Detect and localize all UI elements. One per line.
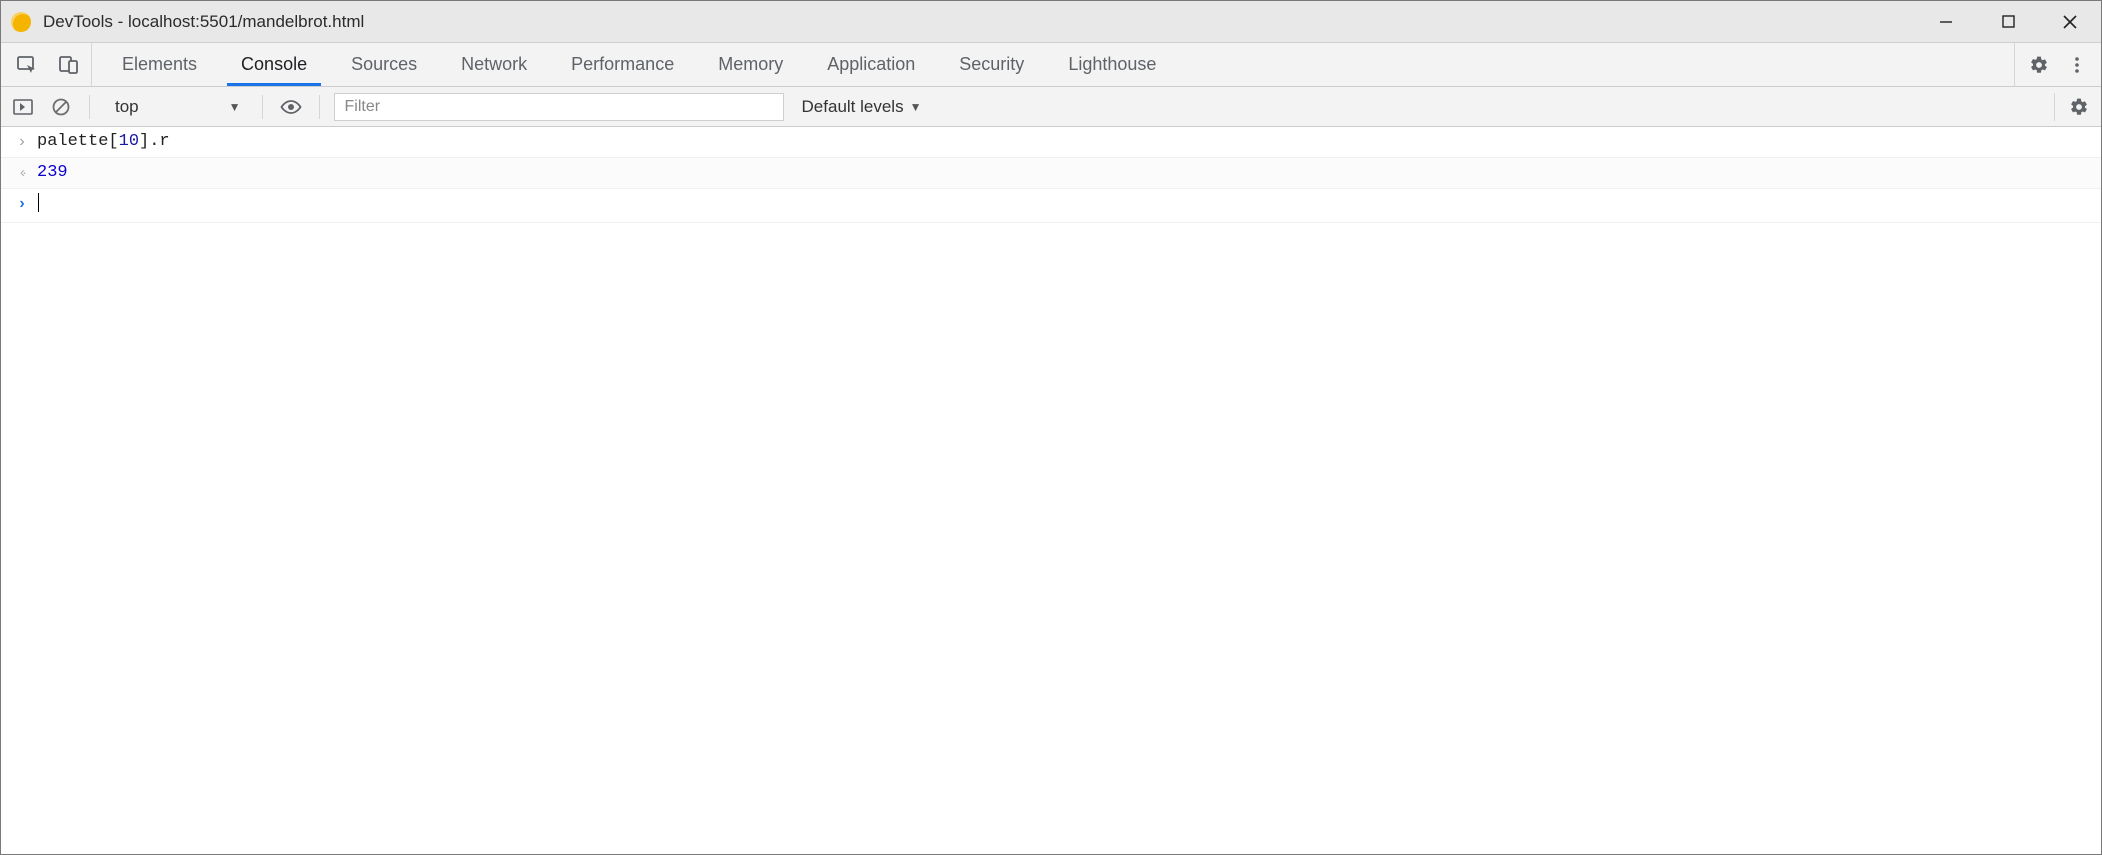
app-icon bbox=[11, 12, 31, 32]
context-label: top bbox=[115, 97, 139, 117]
input-chevron-icon bbox=[13, 131, 31, 153]
gear-icon bbox=[2029, 55, 2049, 75]
minimize-icon bbox=[1939, 15, 1953, 29]
console-prompt-row[interactable] bbox=[1, 189, 2101, 223]
tab-performance[interactable]: Performance bbox=[549, 43, 696, 86]
tab-sources[interactable]: Sources bbox=[329, 43, 439, 86]
titlebar: DevTools - localhost:5501/mandelbrot.htm… bbox=[1, 1, 2101, 43]
console-output[interactable]: palette[10].r 239 bbox=[1, 127, 2101, 854]
settings-button[interactable] bbox=[2025, 51, 2053, 79]
chevron-down-icon: ▼ bbox=[910, 100, 922, 114]
window-controls bbox=[1915, 1, 2101, 42]
tab-application[interactable]: Application bbox=[805, 43, 937, 86]
clear-console-button[interactable] bbox=[47, 93, 75, 121]
tabs: ElementsConsoleSourcesNetworkPerformance… bbox=[100, 43, 1178, 86]
filter-input[interactable] bbox=[334, 93, 784, 121]
console-settings-button[interactable] bbox=[2065, 93, 2093, 121]
kebab-icon bbox=[2068, 56, 2086, 74]
sidebar-icon bbox=[13, 99, 33, 115]
log-levels-selector[interactable]: Default levels ▼ bbox=[794, 97, 930, 117]
device-icon bbox=[58, 54, 80, 76]
tab-memory[interactable]: Memory bbox=[696, 43, 805, 86]
console-prompt-input[interactable] bbox=[31, 193, 2091, 218]
tab-security[interactable]: Security bbox=[937, 43, 1046, 86]
more-menu-button[interactable] bbox=[2063, 51, 2091, 79]
device-toolbar-button[interactable] bbox=[55, 51, 83, 79]
chevron-down-icon: ▼ bbox=[229, 100, 241, 114]
inspect-element-button[interactable] bbox=[13, 51, 41, 79]
minimize-button[interactable] bbox=[1915, 1, 1977, 42]
live-expression-button[interactable] bbox=[277, 93, 305, 121]
console-input-row: palette[10].r bbox=[1, 127, 2101, 158]
window-title: DevTools - localhost:5501/mandelbrot.htm… bbox=[43, 12, 364, 32]
toggle-sidebar-button[interactable] bbox=[9, 93, 37, 121]
inspect-icon bbox=[16, 54, 38, 76]
text-cursor bbox=[38, 193, 39, 212]
console-toolbar: top ▼ Default levels ▼ bbox=[1, 87, 2101, 127]
console-line-content: 239 bbox=[31, 162, 2091, 184]
console-line-content: palette[10].r bbox=[31, 131, 2091, 153]
tab-lighthouse[interactable]: Lighthouse bbox=[1046, 43, 1178, 86]
close-icon bbox=[2063, 15, 2077, 29]
gear-icon bbox=[2069, 97, 2089, 117]
levels-label: Default levels bbox=[802, 97, 904, 117]
context-selector[interactable]: top ▼ bbox=[104, 93, 248, 121]
output-chevron-icon bbox=[13, 162, 31, 184]
prompt-chevron-icon bbox=[13, 193, 31, 215]
console-result-row: 239 bbox=[1, 158, 2101, 189]
eye-icon bbox=[280, 100, 302, 114]
tab-console[interactable]: Console bbox=[219, 43, 329, 86]
maximize-button[interactable] bbox=[1977, 1, 2039, 42]
tabs-bar: ElementsConsoleSourcesNetworkPerformance… bbox=[1, 43, 2101, 87]
clear-icon bbox=[51, 97, 71, 117]
tab-elements[interactable]: Elements bbox=[100, 43, 219, 86]
maximize-icon bbox=[2002, 15, 2015, 28]
close-button[interactable] bbox=[2039, 1, 2101, 42]
tab-network[interactable]: Network bbox=[439, 43, 549, 86]
